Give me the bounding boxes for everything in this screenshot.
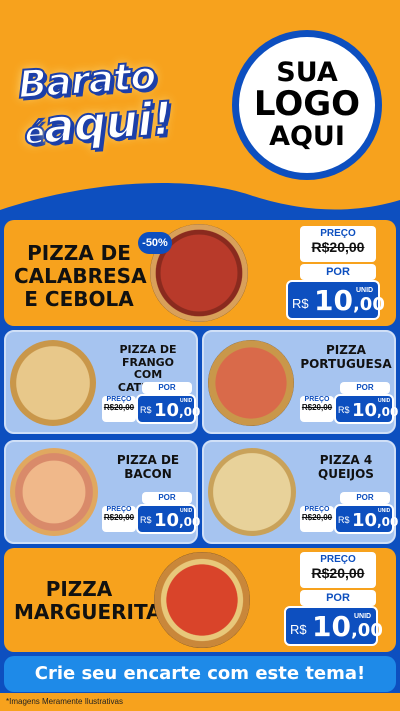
product-title: PIZZA DE CALABRESA E CEBOLA	[14, 241, 147, 311]
price-tag: PREÇO R$20,00 POR R$ 10,00 UNID	[284, 552, 392, 648]
pizza-image	[208, 340, 294, 426]
product-card-bacon[interactable]: PIZZA DE BACON POR PREÇO R$20,00 R$ 10,00…	[4, 440, 200, 544]
store-logo-placeholder: SUA LOGO AQUI	[232, 30, 382, 180]
cta-banner[interactable]: Crie seu encarte com este tema!	[4, 656, 396, 692]
product-card-calabresa[interactable]: PIZZA DE CALABRESA E CEBOLA PREÇO R$20,00 …	[4, 220, 396, 326]
price-tag: POR PREÇO R$20,00 R$ 10,00 UNID	[300, 492, 398, 538]
brand-line2: éaqui!	[22, 90, 174, 155]
product-title: PIZZA 4 QUEIJOS	[318, 453, 374, 481]
product-title: PIZZA PORTUGUESA	[300, 343, 392, 371]
pizza-image	[10, 340, 96, 426]
pizza-image	[10, 448, 98, 536]
brand-logo: Barato éaqui!	[14, 52, 224, 168]
price-tag: PREÇO R$20,00 POR R$ 10,00 UNID	[286, 226, 392, 322]
logo-line3: AQUI	[269, 120, 345, 152]
logo-line2: LOGO	[253, 84, 361, 125]
logo-line1: SUA	[276, 56, 338, 88]
price-tag: POR PREÇO R$20,00 R$ 10,00 UNID	[102, 492, 200, 538]
price-tag: POR PREÇO R$20,00 R$ 10,00 UNID	[102, 382, 200, 428]
footer-note: *Imagens Meramente Ilustrativas	[0, 693, 400, 711]
product-card-frango[interactable]: PIZZA DE FRANGOCOM CATUPIRY POR PREÇO R$…	[4, 330, 200, 434]
product-title: PIZZA MARGUERITA	[14, 577, 162, 624]
product-card-portuguesa[interactable]: PIZZA PORTUGUESA POR PREÇO R$20,00 R$ 10,…	[202, 330, 398, 434]
product-card-marguerita[interactable]: PIZZA MARGUERITA PREÇO R$20,00 POR R$ 10,…	[4, 548, 396, 652]
pizza-image	[154, 552, 250, 648]
price-tag: POR PREÇO R$20,00 R$ 10,00 UNID	[300, 382, 398, 428]
pizza-image	[208, 448, 296, 536]
product-title: PIZZA DE BACON	[116, 453, 180, 481]
product-card-4-queijos[interactable]: PIZZA 4 QUEIJOS POR PREÇO R$20,00 R$ 10,0…	[202, 440, 398, 544]
discount-badge: -50%	[138, 232, 172, 254]
